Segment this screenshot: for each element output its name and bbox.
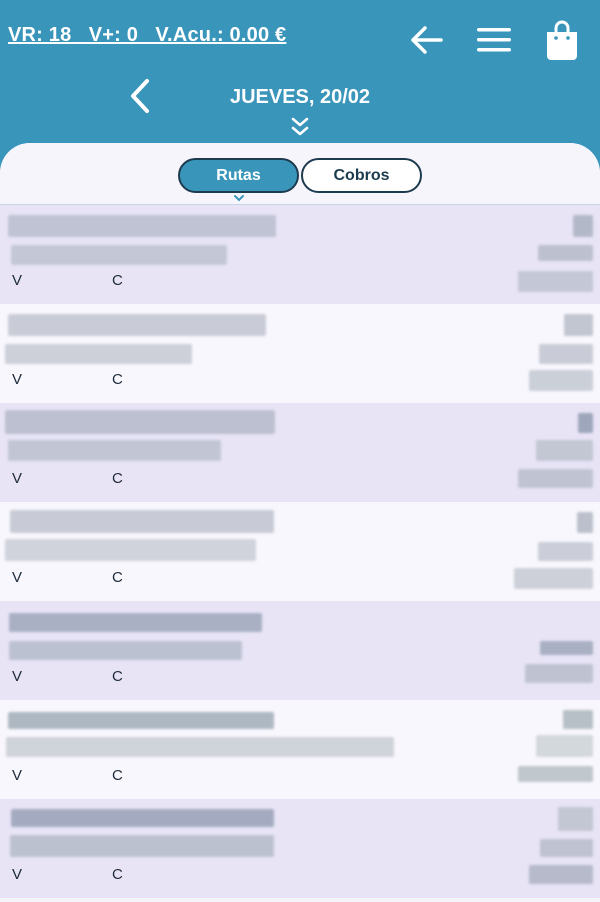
cart-button[interactable] (542, 18, 582, 62)
v-label: V (12, 866, 23, 883)
redacted-code (563, 710, 593, 729)
arrow-left-icon (411, 26, 443, 54)
redacted-code (577, 512, 593, 533)
redacted-date (529, 865, 593, 884)
redacted-client-name (8, 314, 266, 336)
list-item[interactable]: V C (0, 304, 600, 403)
redacted-client-name (5, 410, 275, 434)
redacted-client-name (9, 613, 262, 632)
c-label: C (112, 272, 123, 289)
redacted-amount (540, 839, 593, 857)
redacted-date (518, 271, 593, 292)
c-label: C (112, 371, 123, 388)
tab-cobros[interactable]: Cobros (301, 158, 422, 193)
v-label: V (12, 767, 23, 784)
c-label: C (112, 866, 123, 883)
list-item[interactable]: V C (0, 601, 600, 700)
redacted-amount (540, 641, 593, 655)
redacted-code (573, 215, 593, 237)
content-panel: Rutas Cobros V C V C V C V C V C V C V C (0, 143, 600, 902)
redacted-amount (536, 735, 593, 757)
redacted-date (518, 469, 593, 488)
double-chevron-down-icon (291, 117, 309, 136)
c-label: C (112, 767, 123, 784)
redacted-address (11, 245, 227, 265)
tab-bar: Rutas Cobros (0, 143, 600, 205)
redacted-client-name (11, 809, 274, 827)
hamburger-menu-icon (477, 28, 511, 52)
redacted-code (558, 807, 593, 831)
stats-summary[interactable]: VR: 18 V+: 0 V.Acu.: 0.00 € (8, 24, 286, 47)
v-label: V (12, 569, 23, 586)
redacted-amount (538, 542, 593, 561)
v-label: V (12, 470, 23, 487)
back-button[interactable] (406, 20, 446, 60)
redacted-date (514, 568, 593, 589)
v-label: V (12, 668, 23, 685)
redacted-date (518, 766, 593, 782)
shopping-bag-icon (547, 20, 577, 60)
c-label: C (112, 569, 123, 586)
redacted-code (564, 314, 593, 336)
redacted-client-name (8, 712, 274, 729)
redacted-amount (536, 440, 593, 461)
menu-button[interactable] (474, 20, 514, 60)
redacted-address (5, 344, 192, 364)
redacted-address (8, 440, 221, 461)
route-list[interactable]: V C V C V C V C V C V C V C (0, 205, 600, 898)
current-date: JUEVES, 20/02 (229, 86, 371, 108)
list-item[interactable]: V C (0, 502, 600, 601)
c-label: C (112, 668, 123, 685)
v-label: V (12, 272, 23, 289)
top-bar: VR: 18 V+: 0 V.Acu.: 0.00 € JUEVES, 20/0… (0, 0, 600, 150)
chevron-left-icon (131, 79, 149, 113)
redacted-code (578, 413, 593, 433)
redacted-client-name (8, 215, 276, 237)
redacted-date (529, 370, 593, 391)
redacted-amount (538, 245, 593, 261)
list-item[interactable]: V C (0, 205, 600, 304)
redacted-date (525, 664, 593, 683)
list-item[interactable]: V C (0, 403, 600, 502)
list-item[interactable]: V C (0, 799, 600, 898)
redacted-client-name (10, 510, 274, 533)
expand-calendar-button[interactable] (286, 116, 314, 138)
redacted-address (10, 835, 274, 857)
tab-rutas[interactable]: Rutas (178, 158, 299, 193)
redacted-address (5, 539, 256, 561)
active-tab-indicator-icon (234, 195, 244, 202)
redacted-amount (539, 344, 593, 364)
previous-day-button[interactable] (124, 76, 156, 116)
c-label: C (112, 470, 123, 487)
v-label: V (12, 371, 23, 388)
redacted-address (6, 737, 394, 757)
list-item[interactable]: V C (0, 700, 600, 799)
redacted-address (9, 641, 242, 660)
